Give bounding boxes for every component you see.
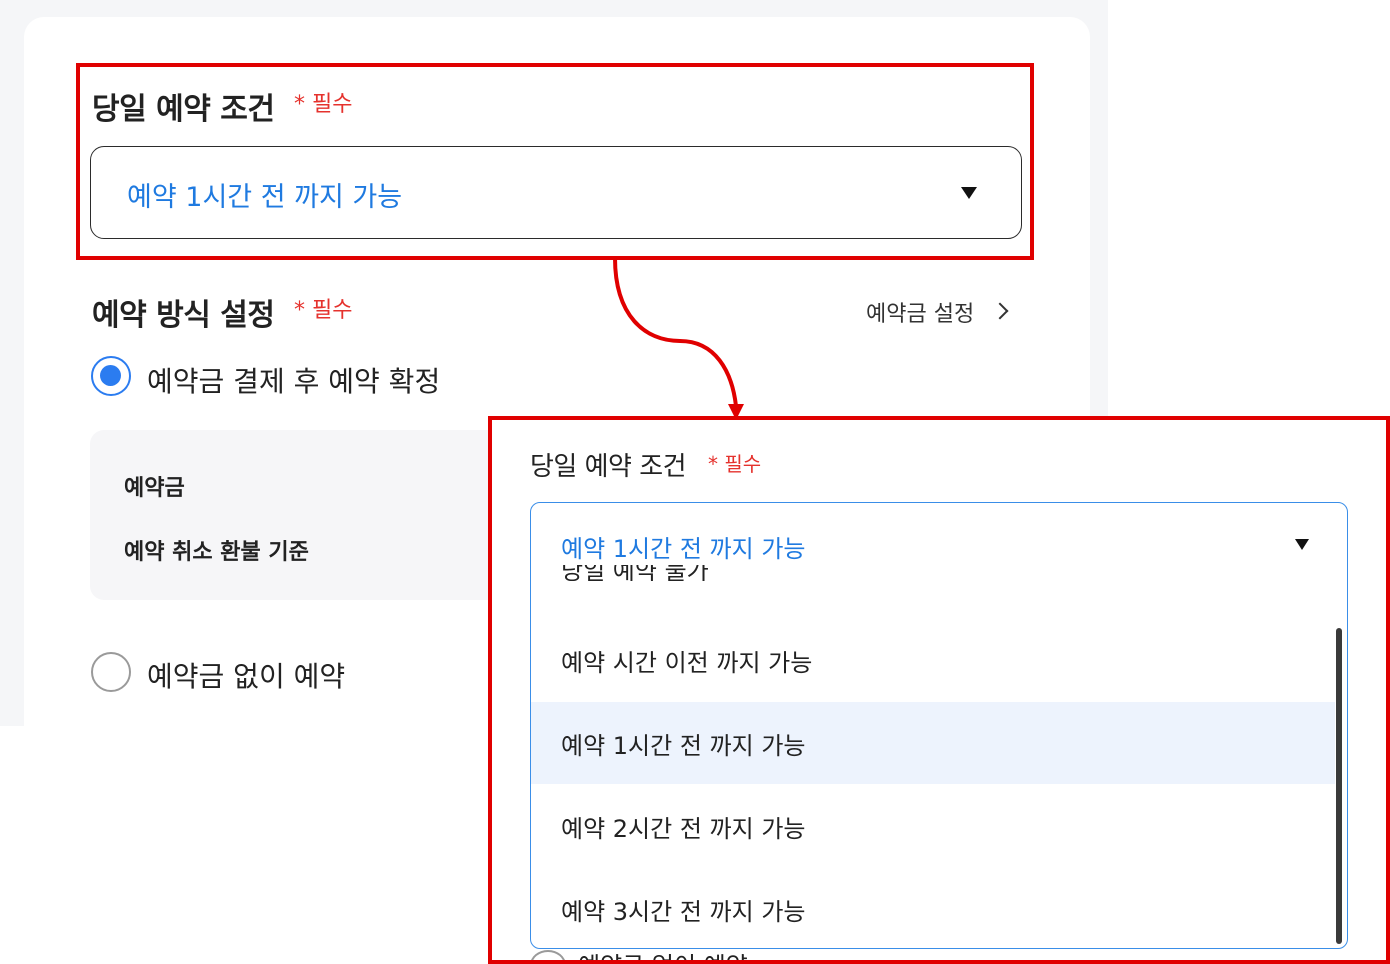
radio-deposit-checked[interactable]: [91, 356, 131, 396]
radio-no-deposit[interactable]: [91, 652, 131, 692]
reservation-method-title: 예약 방식 설정: [92, 298, 275, 333]
deposit-info-box: 예약금 예약 취소 환불 기준: [90, 430, 510, 600]
required-badge: * 필수: [294, 298, 353, 323]
highlight-box-zoom: [488, 416, 1390, 964]
radio-no-deposit-label[interactable]: 예약금 없이 예약: [147, 655, 345, 695]
deposit-settings-link[interactable]: 예약금 설정: [866, 296, 974, 328]
deposit-label: 예약금: [124, 476, 185, 501]
refund-policy-label: 예약 취소 환불 기준: [124, 540, 309, 565]
connector-arrow: [613, 257, 744, 420]
highlight-box-original: [76, 63, 1034, 260]
radio-deposit-label[interactable]: 예약금 결제 후 예약 확정: [147, 360, 440, 400]
